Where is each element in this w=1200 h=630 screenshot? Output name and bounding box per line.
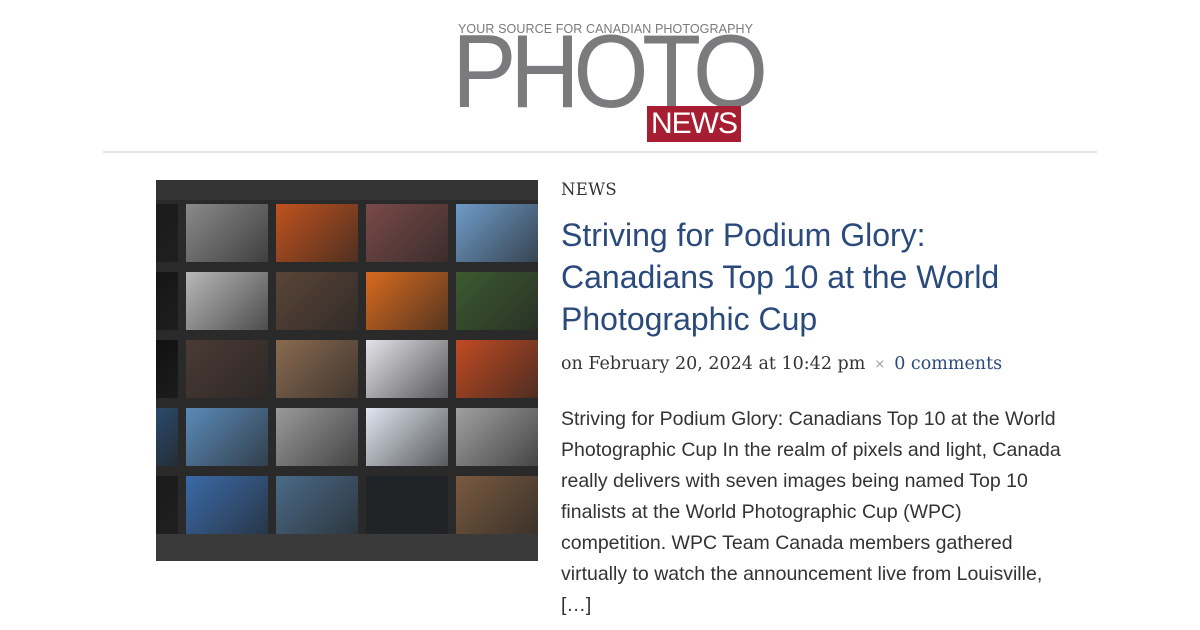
thumbnail-tile (366, 408, 448, 466)
thumbnail-tile (456, 272, 538, 330)
thumbnail-tile (276, 204, 358, 262)
thumbnail-tile (156, 340, 178, 398)
thumbnail-tile (366, 476, 448, 534)
thumbnail-tile (186, 408, 268, 466)
site-logo[interactable]: YOUR SOURCE FOR CANADIAN PHOTOGRAPHY PHO… (452, 18, 768, 144)
thumbnail-top-band (156, 180, 538, 200)
thumbnail-tile (276, 340, 358, 398)
thumbnail-tile (156, 204, 178, 262)
thumbnail-tile (456, 204, 538, 262)
thumbnail-tile (456, 476, 538, 534)
post-excerpt: Striving for Podium Glory: Canadians Top… (561, 408, 1061, 616)
thumbnail-tile (366, 340, 448, 398)
thumbnail-tile (366, 272, 448, 330)
thumbnail-tile (186, 272, 268, 330)
thumbnail-tile (186, 204, 268, 262)
thumbnail-tile (366, 204, 448, 262)
comments-link[interactable]: 0 comments (894, 354, 1002, 374)
thumbnail-bottom-band (156, 534, 538, 561)
post-date: on February 20, 2024 at 10:42 pm (561, 354, 866, 374)
logo-news-badge: NEWS (647, 106, 741, 142)
header-divider (103, 151, 1097, 153)
post-category[interactable]: NEWS (561, 180, 617, 199)
thumbnail-tile (156, 408, 178, 466)
thumbnail-tile (276, 476, 358, 534)
post-meta: on February 20, 2024 at 10:42 pm × 0 comme… (561, 354, 1002, 374)
meta-separator: × (874, 357, 886, 372)
thumbnail-tile (156, 272, 178, 330)
thumbnail-tile (456, 340, 538, 398)
thumbnail-tile (186, 340, 268, 398)
thumbnail-tile (276, 408, 358, 466)
thumbnail-tile (186, 476, 268, 534)
thumbnail-tile (276, 272, 358, 330)
post-thumbnail[interactable] (156, 180, 538, 561)
thumbnail-tile (456, 408, 538, 466)
thumbnail-tile (156, 476, 178, 534)
post-title[interactable]: Striving for Podium Glory: Canadians Top… (561, 214, 1081, 340)
